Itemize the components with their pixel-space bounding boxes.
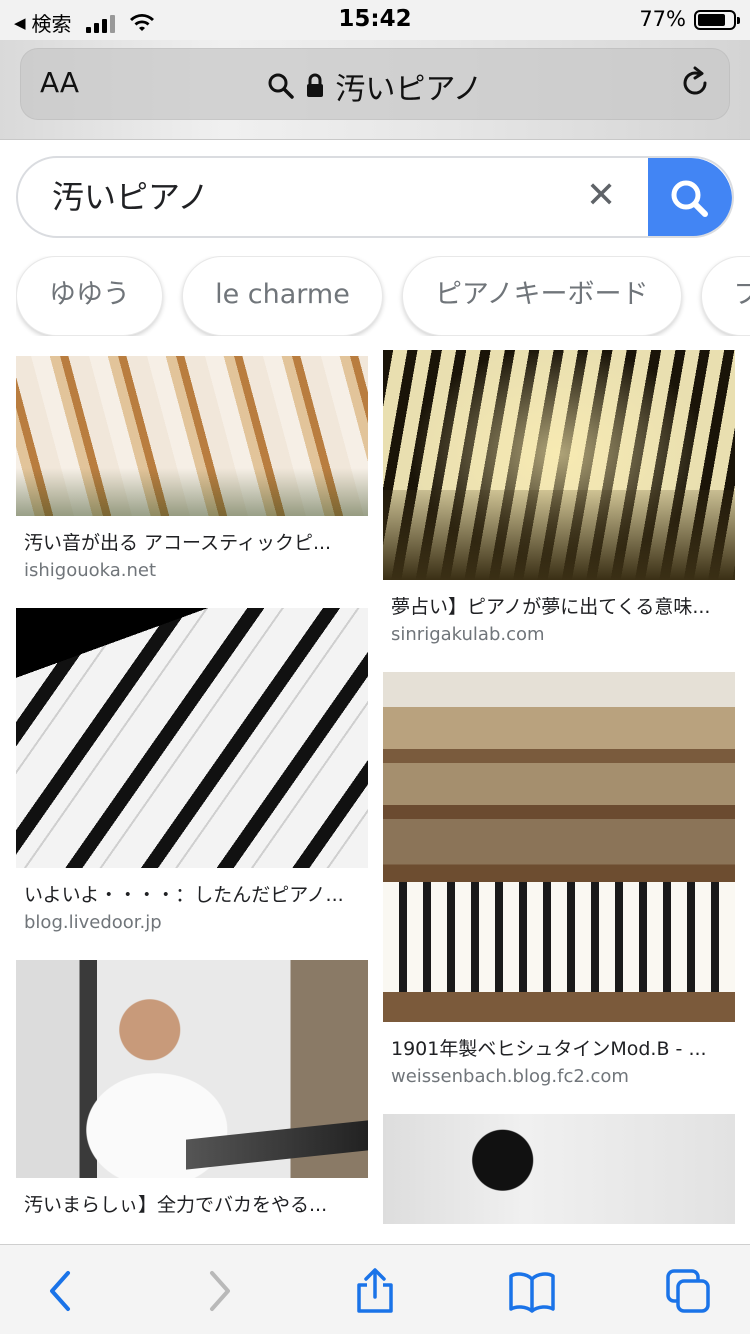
result-image-piano-hammers[interactable]: [16, 356, 368, 516]
result-title[interactable]: 1901年製ベヒシュタインMod.B - ...: [391, 1036, 727, 1062]
related-searches: ゆゆう le charme ピアノキーボード プ: [16, 256, 750, 336]
address-bar[interactable]: AA 汚いピアノ: [20, 48, 730, 120]
search-button[interactable]: [648, 158, 732, 236]
browser-header: AA 汚いピアノ: [0, 40, 750, 140]
lock-icon: [307, 73, 324, 97]
results-column-right: 夢占い】ピアノが夢に出てくる意味... sinrigakulab.com 190…: [383, 350, 735, 1246]
chip-4[interactable]: プ: [700, 256, 750, 336]
result-source: sinrigakulab.com: [391, 624, 545, 645]
result-source: weissenbach.blog.fc2.com: [391, 1066, 629, 1087]
clock: 15:42: [338, 6, 412, 32]
chip-1[interactable]: ゆゆう: [16, 256, 163, 336]
result-image-camera-tripod[interactable]: [383, 1114, 735, 1224]
clear-icon[interactable]: ✕: [586, 178, 616, 214]
reload-icon[interactable]: [678, 66, 712, 100]
forward-icon[interactable]: [194, 1267, 242, 1315]
battery-percent: 77%: [639, 7, 686, 31]
url-text: 汚いピアノ: [335, 72, 483, 107]
result-card[interactable]: 夢占い】ピアノが夢に出てくる意味... sinrigakulab.com: [383, 350, 735, 650]
browser-toolbar: [0, 1244, 750, 1334]
result-card[interactable]: 汚いまらしぃ】全力でバカをやる...: [16, 960, 368, 1218]
google-search-box: ✕: [16, 156, 734, 238]
search-input[interactable]: [52, 176, 552, 214]
result-title[interactable]: いよいよ・・・・：したんだピアノ...: [24, 882, 360, 908]
result-image-man-playing-piano[interactable]: [16, 960, 368, 1178]
magnifier-icon: [671, 180, 708, 217]
search-icon: [268, 73, 295, 99]
back-icon[interactable]: [38, 1267, 86, 1315]
chip-2[interactable]: le charme: [182, 256, 383, 336]
result-title[interactable]: 汚いまらしぃ】全力でバカをやる...: [24, 1192, 360, 1218]
result-card[interactable]: 1901年製ベヒシュタインMod.B - ... weissenbach.blo…: [383, 672, 735, 1092]
share-icon[interactable]: [351, 1267, 399, 1315]
result-image-upright-piano-interior[interactable]: [383, 672, 735, 1022]
results-column-left: 汚い音が出る アコースティックピ... ishigouoka.net いよいよ・…: [16, 350, 368, 1240]
result-title[interactable]: 汚い音が出る アコースティックピ...: [24, 530, 360, 556]
result-card[interactable]: [383, 1114, 735, 1224]
result-source: ishigouoka.net: [24, 560, 157, 581]
result-image-piano-keys-sepia[interactable]: [383, 350, 735, 580]
result-title[interactable]: 夢占い】ピアノが夢に出てくる意味...: [391, 594, 727, 620]
tabs-icon[interactable]: [664, 1267, 712, 1315]
battery-icon: [694, 10, 740, 30]
chip-3[interactable]: ピアノキーボード: [401, 256, 682, 336]
result-card[interactable]: いよいよ・・・・：したんだピアノ... blog.livedoor.jp: [16, 608, 368, 938]
result-card[interactable]: 汚い音が出る アコースティックピ... ishigouoka.net: [16, 356, 368, 586]
status-bar: ◀ 検索 15:42 77%: [0, 0, 750, 40]
result-source: blog.livedoor.jp: [24, 912, 162, 933]
result-image-piano-keys[interactable]: [16, 608, 368, 868]
bookmarks-icon[interactable]: [508, 1267, 556, 1315]
url-display[interactable]: 汚いピアノ: [20, 64, 730, 108]
